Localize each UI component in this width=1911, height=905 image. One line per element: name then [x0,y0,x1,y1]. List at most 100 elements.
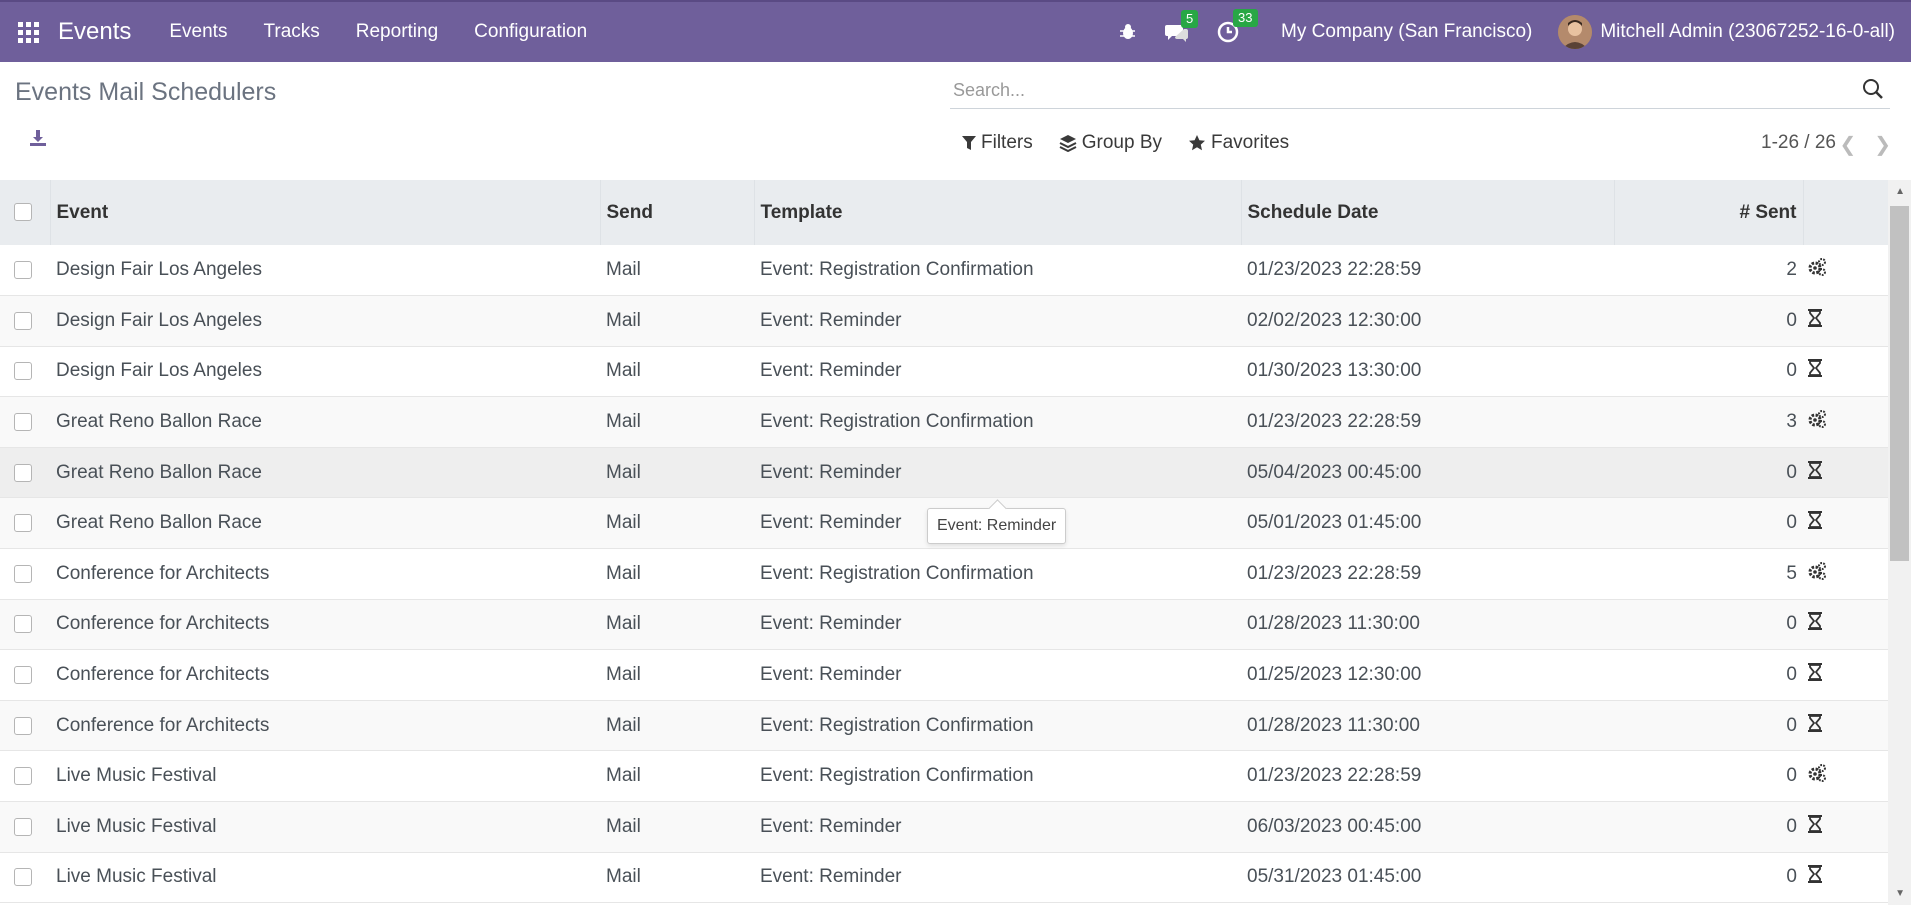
menu-configuration[interactable]: Configuration [456,21,605,43]
activity-clock-icon[interactable]: 33 [1217,9,1258,43]
template-cell: Event: Registration Confirmation [754,396,1241,448]
control-panel: Events Mail Schedulers Filters Group By … [0,62,1911,181]
send-cell: Mail [600,750,754,803]
row-checkbox[interactable] [14,311,32,330]
table-row[interactable]: Conference for Architects Mail Event: Remi… [0,649,1888,701]
table-row[interactable]: Live Music Festival Mail Event: Reminder 05… [0,852,1888,904]
select-all-checkbox[interactable] [14,203,32,222]
send-cell: Mail [600,599,754,651]
table-row[interactable]: Great Reno Ballon Race Mail Event: Reminde… [0,447,1888,499]
sent-count-cell: 0 [1614,447,1803,499]
debug-bug-icon[interactable] [1119,23,1137,41]
app-brand[interactable]: Events [58,18,131,46]
pager-arrows: ❮ ❯ [1839,132,1891,157]
schedule-date-cell: 06/03/2023 00:45:00 [1241,801,1614,853]
column-template[interactable]: Template [754,180,1242,245]
template-cell: Event: Reminder [754,649,1241,701]
hourglass-icon [1803,346,1888,398]
group-by-button[interactable]: Group By [1059,132,1162,154]
row-checkbox[interactable] [14,463,32,482]
schedule-date-cell: 01/25/2023 12:30:00 [1241,649,1614,701]
event-cell: Great Reno Ballon Race [50,447,600,499]
column-event[interactable]: Event [50,180,601,245]
template-tooltip: Event: Reminder [927,508,1067,544]
gears-icon [1803,750,1888,803]
table-row[interactable]: Conference for Architects Mail Event: Remi… [0,599,1888,651]
sent-count-cell: 0 [1614,295,1803,347]
table-row[interactable]: Design Fair Los Angeles Mail Event: Remind… [0,295,1888,347]
event-cell: Great Reno Ballon Race [50,396,600,448]
table-row[interactable]: Design Fair Los Angeles Mail Event: Regist… [0,245,1888,297]
sent-count-cell: 0 [1614,700,1803,752]
row-select-cell [0,750,50,803]
messaging-chat-icon[interactable]: 5 [1165,10,1199,42]
scrollbar-thumb[interactable] [1890,206,1909,561]
search-input[interactable] [950,78,1835,102]
hourglass-icon [1803,447,1888,499]
event-cell: Conference for Architects [50,599,600,651]
event-cell: Conference for Architects [50,548,600,600]
table-row[interactable]: Live Music Festival Mail Event: Registrati… [0,750,1888,803]
favorites-label: Favorites [1211,132,1290,153]
sent-count-cell: 0 [1614,750,1803,803]
apps-menu-icon[interactable] [14,18,42,46]
menu-tracks[interactable]: Tracks [245,21,337,43]
row-checkbox[interactable] [14,817,32,836]
event-cell: Design Fair Los Angeles [50,295,600,347]
pager-previous-icon[interactable]: ❮ [1839,132,1856,157]
favorites-button[interactable]: Favorites [1188,132,1289,154]
schedule-date-cell: 05/04/2023 00:45:00 [1241,447,1614,499]
pager-value[interactable]: 1-26 / 26 [1761,132,1836,154]
sent-count-cell: 0 [1614,649,1803,701]
filter-icon [962,136,976,150]
menu-events[interactable]: Events [151,21,245,43]
send-cell: Mail [600,396,754,448]
send-cell: Mail [600,447,754,499]
user-menu[interactable]: Mitchell Admin (23067252-16-0-all) [1600,21,1895,43]
scroll-up-arrow[interactable]: ▲ [1895,186,1905,197]
row-select-cell [0,295,50,347]
company-switcher[interactable]: My Company (San Francisco) [1281,21,1532,43]
pager-next-icon[interactable]: ❯ [1874,132,1891,157]
schedule-date-cell: 01/23/2023 22:28:59 [1241,245,1614,297]
filters-button[interactable]: Filters [962,132,1033,154]
template-cell: Event: Reminder [754,346,1241,398]
template-cell: Event: Reminder [754,295,1241,347]
scroll-down-arrow[interactable]: ▼ [1895,888,1905,899]
menu-reporting[interactable]: Reporting [338,21,456,43]
row-checkbox[interactable] [14,564,32,583]
download-icon[interactable] [28,128,48,153]
column-schedule-date[interactable]: Schedule Date [1241,180,1615,245]
template-cell: Event: Reminder [754,801,1241,853]
row-checkbox[interactable] [14,261,32,280]
table-row[interactable]: Great Reno Ballon Race Mail Event: Registr… [0,396,1888,448]
event-cell: Design Fair Los Angeles [50,346,600,398]
row-checkbox[interactable] [14,362,32,381]
user-avatar[interactable] [1558,15,1593,49]
column-send[interactable]: Send [600,180,755,245]
column-sent[interactable]: # Sent [1614,180,1804,245]
template-cell: Event: Registration Confirmation [754,750,1241,803]
row-checkbox[interactable] [14,767,32,786]
row-select-cell [0,447,50,499]
sent-count-cell: 0 [1614,801,1803,853]
row-select-cell [0,396,50,448]
event-cell: Design Fair Los Angeles [50,245,600,297]
layers-icon [1059,135,1077,152]
search-icon[interactable] [1862,78,1884,105]
send-cell: Mail [600,649,754,701]
table-row[interactable]: Live Music Festival Mail Event: Reminder 06… [0,801,1888,853]
row-checkbox[interactable] [14,514,32,533]
row-checkbox[interactable] [14,615,32,634]
row-select-cell [0,599,50,651]
table-row[interactable]: Conference for Architects Mail Event: Regi… [0,700,1888,752]
table-row[interactable]: Conference for Architects Mail Event: Regi… [0,548,1888,600]
schedule-date-cell: 05/31/2023 01:45:00 [1241,852,1614,904]
row-checkbox[interactable] [14,413,32,432]
row-checkbox[interactable] [14,666,32,685]
row-checkbox[interactable] [14,716,32,735]
row-select-cell [0,497,50,550]
table-row[interactable]: Design Fair Los Angeles Mail Event: Remind… [0,346,1888,398]
row-checkbox[interactable] [14,868,32,887]
event-cell: Great Reno Ballon Race [50,497,600,550]
